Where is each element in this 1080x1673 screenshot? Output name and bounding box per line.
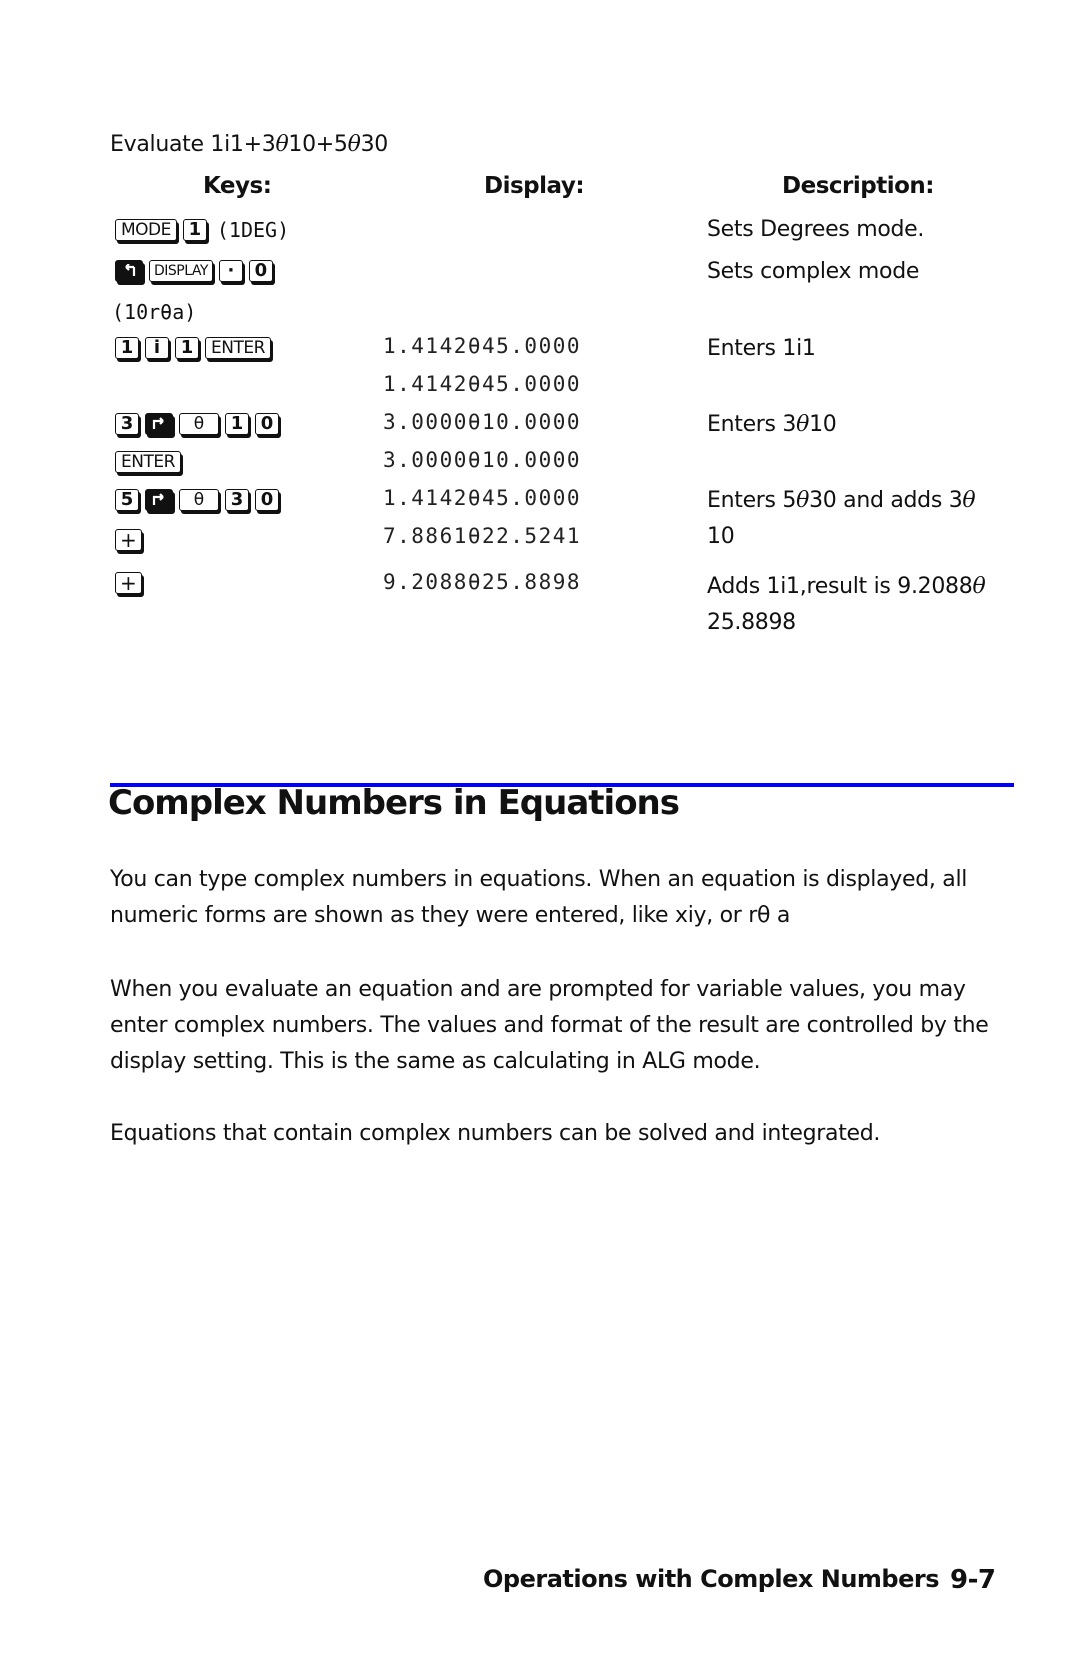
intro-text-2: 10+5 [288, 132, 348, 157]
keys-row-5: 3 θ 1 0 [115, 413, 279, 435]
enter-key[interactable]: ENTER [205, 337, 271, 359]
key-3[interactable]: 3 [115, 413, 139, 435]
column-header-description: Description: [782, 173, 934, 199]
theta-symbol: θ [347, 132, 361, 157]
column-header-display: Display: [484, 173, 585, 199]
display-row-4: 1.4142θ45.0000 [383, 372, 582, 396]
shift-left-icon [125, 264, 136, 276]
paragraph-1: You can type complex numbers in equation… [110, 862, 967, 934]
keys-row-display: DISPLAY · 0 [115, 260, 273, 282]
footer-page-number: 9-7 [950, 1565, 996, 1595]
key-i[interactable]: i [145, 337, 169, 359]
theta-symbol: θ [796, 412, 810, 437]
display-row-3: 1.4142θ45.0000 [383, 334, 582, 358]
mode-key[interactable]: MODE [115, 219, 177, 241]
enter-key[interactable]: ENTER [115, 451, 181, 473]
display-row-9: 9.2088θ25.8898 [383, 570, 582, 594]
key-5[interactable]: 5 [115, 489, 139, 511]
keys-row-mode: MODE 1 (1DEG) [115, 218, 289, 242]
description-row-1: Sets complex mode [707, 259, 920, 284]
left-shift-key[interactable] [115, 260, 143, 282]
theta-key[interactable]: θ [179, 413, 219, 435]
theta-symbol: θ [275, 132, 289, 157]
key-0[interactable]: 0 [255, 413, 279, 435]
column-header-keys: Keys: [203, 173, 272, 199]
description-row-3: Enters 1i1 [707, 336, 816, 361]
theta-symbol: θ [972, 574, 986, 599]
plus-key[interactable]: + [115, 572, 142, 594]
right-shift-key[interactable] [145, 489, 173, 511]
key-0[interactable]: 0 [248, 260, 273, 282]
key-1[interactable]: 1 [175, 337, 199, 359]
desc-text: Enters 3 [707, 412, 797, 437]
shift-right-icon [152, 417, 164, 429]
description-row-7: Enters 5θ30 and adds 3θ [707, 483, 976, 519]
key-0[interactable]: 0 [255, 489, 279, 511]
key-1[interactable]: 1 [115, 337, 139, 359]
intro-text-1: Evaluate 1i1+3 [110, 132, 276, 157]
description-row-9: Adds 1i1,result is 9.2088θ [707, 569, 986, 605]
desc-text: Enters 5 [707, 488, 797, 513]
paragraph-2: When you evaluate an equation and are pr… [110, 972, 989, 1080]
description-row-7-line2: 10 [707, 524, 735, 549]
example-intro: Evaluate 1i1+3θ10+5θ30 [110, 127, 388, 163]
keys-row-6: ENTER [115, 451, 181, 473]
section-heading: Complex Numbers in Equations [108, 783, 680, 823]
paragraph-line: display setting. This is the same as cal… [110, 1049, 761, 1074]
paragraph-line: numeric forms are shown as they were ent… [110, 903, 790, 928]
keys-row-9: + [115, 572, 142, 594]
display-row-8: 7.8861θ22.5241 [383, 524, 582, 548]
display-row-7: 1.4142θ45.0000 [383, 486, 582, 510]
key-1[interactable]: 1 [182, 219, 207, 241]
intro-text-3: 30 [360, 132, 389, 157]
paragraph-3: Equations that contain complex numbers c… [110, 1116, 880, 1152]
plus-key[interactable]: + [115, 529, 142, 551]
key-3[interactable]: 3 [225, 489, 249, 511]
paragraph-line: Equations that contain complex numbers c… [110, 1121, 881, 1146]
display-key[interactable]: DISPLAY [149, 260, 213, 282]
paragraph-line: enter complex numbers. The values and fo… [110, 1013, 989, 1038]
paragraph-line: You can type complex numbers in equation… [110, 867, 968, 892]
display-row-5: 3.0000θ10.0000 [383, 410, 582, 434]
desc-text: Adds 1i1,result is 9.2088 [707, 574, 973, 599]
keys-row-7: 5 θ 3 0 [115, 489, 279, 511]
paragraph-line: When you evaluate an equation and are pr… [110, 977, 966, 1002]
description-row-9-line2: 25.8898 [707, 610, 796, 635]
theta-symbol: θ [962, 488, 976, 513]
display-row-6: 3.0000θ10.0000 [383, 448, 582, 472]
right-shift-key[interactable] [145, 413, 173, 435]
footer-chapter-title: Operations with Complex Numbers [483, 1565, 940, 1593]
keys-row-8: + [115, 529, 142, 551]
decimal-key[interactable]: · [218, 260, 243, 282]
theta-symbol: θ [796, 488, 810, 513]
description-row-0: Sets Degrees mode. [707, 217, 925, 242]
shift-right-icon [152, 493, 164, 505]
key-1[interactable]: 1 [225, 413, 249, 435]
desc-text: 10 [809, 412, 837, 437]
desc-text: 30 and adds 3 [809, 488, 963, 513]
complex-menu-note: (10rθa) [112, 300, 197, 324]
description-row-5: Enters 3θ10 [707, 407, 837, 443]
theta-key[interactable]: θ [179, 489, 219, 511]
keys-row-3: 1 i 1 ENTER [115, 337, 271, 359]
mode-menu-note: (1DEG) [216, 218, 290, 242]
